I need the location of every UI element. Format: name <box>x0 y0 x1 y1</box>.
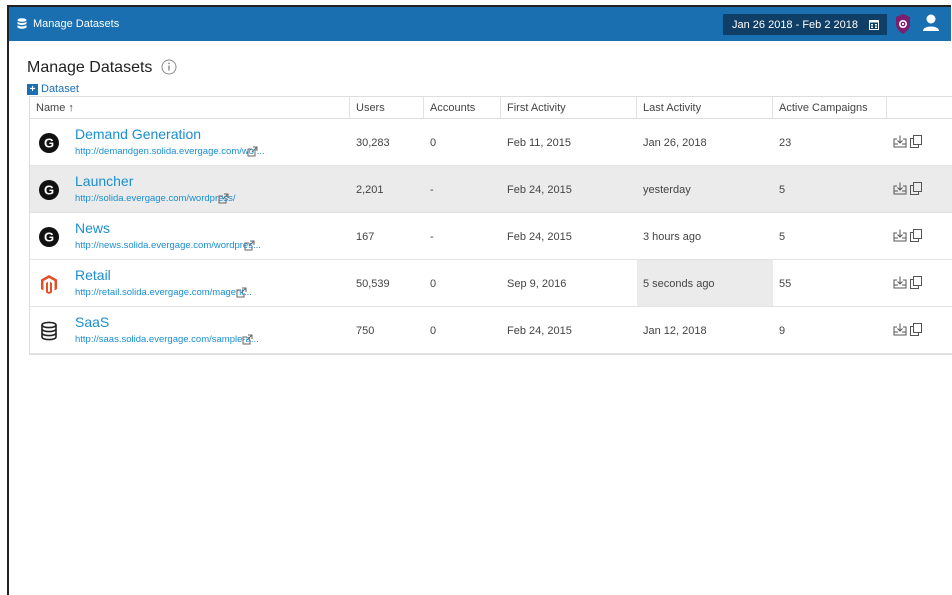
last-activity-cell: Jan 12, 2018 <box>643 325 707 337</box>
users-cell: 2,201 <box>356 184 384 196</box>
dataset-url-link[interactable]: http://retail.solida.evergage.com/magent… <box>75 287 252 298</box>
external-link-icon[interactable] <box>247 146 258 157</box>
dataset-name-cell: G Demand Generation http://demandgen.solid… <box>30 119 350 165</box>
table-row[interactable]: G Demand Generation http://demandgen.solid… <box>30 119 952 166</box>
actions-cell <box>887 213 952 259</box>
last-activity-cell: 3 hours ago <box>643 231 702 243</box>
accounts-cell: - <box>430 184 434 196</box>
first-activity-cell: Feb 11, 2015 <box>507 137 572 149</box>
copy-icon[interactable] <box>910 323 922 336</box>
date-range-label: Jan 26 2018 - Feb 2 2018 <box>732 18 858 31</box>
info-icon[interactable] <box>161 59 177 75</box>
users-cell: 167 <box>356 231 375 243</box>
plus-icon: + <box>27 83 38 95</box>
g-logo-icon: G <box>39 133 59 153</box>
table-body: G Demand Generation http://demandgen.solid… <box>30 119 952 354</box>
date-range-picker[interactable]: Jan 26 2018 - Feb 2 2018 <box>723 14 887 35</box>
dataset-name-link[interactable]: News <box>75 220 110 236</box>
column-header-first-activity[interactable]: First Activity <box>501 97 637 118</box>
copy-icon[interactable] <box>910 182 922 195</box>
accounts-cell: 0 <box>430 137 437 149</box>
database-icon <box>41 321 57 341</box>
shield-icon[interactable] <box>895 13 911 35</box>
accounts-cell: - <box>430 231 434 243</box>
datasets-table: Name ↑ Users Accounts First Activity Las… <box>29 96 952 355</box>
table-header: Name ↑ Users Accounts First Activity Las… <box>30 97 952 119</box>
dataset-name-link[interactable]: Demand Generation <box>75 126 201 142</box>
first-activity-cell: Feb 24, 2015 <box>507 325 572 337</box>
g-logo-icon: G <box>39 180 59 200</box>
dataset-url-link[interactable]: http://solida.evergage.com/wordpress/ <box>75 193 236 204</box>
users-cell: 750 <box>356 325 375 337</box>
first-activity-cell: Sep 9, 2016 <box>507 278 567 290</box>
copy-icon[interactable] <box>910 229 922 242</box>
app-window: Manage Datasets Jan 26 2018 - Feb 2 2018… <box>7 5 952 595</box>
copy-icon[interactable] <box>910 276 922 289</box>
accounts-cell: 0 <box>430 278 437 290</box>
dataset-url-link[interactable]: http://news.solida.evergage.com/wordpres… <box>75 240 261 251</box>
table-row[interactable]: Retail http://retail.solida.evergage.com/… <box>30 260 952 307</box>
active-campaigns-cell: 55 <box>779 278 792 290</box>
dataset-name-cell: Retail http://retail.solida.evergage.com/… <box>30 260 350 306</box>
dataset-name-link[interactable]: Retail <box>75 267 111 283</box>
g-logo-icon: G <box>39 227 59 247</box>
column-header-name[interactable]: Name ↑ <box>30 97 350 118</box>
export-icon[interactable] <box>893 229 907 242</box>
app-title: Manage Datasets <box>33 18 120 30</box>
users-cell: 50,539 <box>356 278 390 290</box>
first-activity-cell: Feb 24, 2015 <box>507 231 572 243</box>
first-activity-cell: Feb 24, 2015 <box>507 184 572 196</box>
external-link-icon[interactable] <box>236 287 247 298</box>
external-link-icon[interactable] <box>244 240 255 251</box>
export-icon[interactable] <box>893 182 907 195</box>
column-header-last-activity[interactable]: Last Activity <box>637 97 773 118</box>
external-link-icon[interactable] <box>218 193 229 204</box>
top-bar: Manage Datasets Jan 26 2018 - Feb 2 2018 <box>9 7 951 41</box>
svg-text:G: G <box>44 230 54 245</box>
user-icon[interactable] <box>923 14 939 32</box>
add-dataset-label: Dataset <box>41 83 79 95</box>
svg-text:G: G <box>44 136 54 151</box>
svg-text:G: G <box>44 183 54 198</box>
active-campaigns-cell: 5 <box>779 184 786 196</box>
actions-cell <box>887 307 952 353</box>
last-activity-cell: Jan 26, 2018 <box>643 137 707 149</box>
dataset-url-link[interactable]: http://demandgen.solida.evergage.com/wor… <box>75 146 265 157</box>
database-icon <box>17 18 27 29</box>
dataset-name-cell: G Launcher http://solida.evergage.com/word… <box>30 166 350 212</box>
export-icon[interactable] <box>893 135 907 148</box>
external-link-icon[interactable] <box>242 334 253 345</box>
dataset-name-link[interactable]: Launcher <box>75 173 133 189</box>
table-row[interactable]: G Launcher http://solida.evergage.com/word… <box>30 166 952 213</box>
export-icon[interactable] <box>893 323 907 336</box>
table-row[interactable]: G News http://news.solida.evergage.com/wor… <box>30 213 952 260</box>
actions-cell <box>887 166 952 212</box>
copy-icon[interactable] <box>910 135 922 148</box>
dataset-name-link[interactable]: SaaS <box>75 314 109 330</box>
table-row[interactable]: SaaS http://saas.solida.evergage.com/samp… <box>30 307 952 354</box>
add-dataset-link[interactable]: + Dataset <box>27 83 79 95</box>
dataset-url-link[interactable]: http://saas.solida.evergage.com/sample-a… <box>75 334 259 345</box>
magento-logo-icon <box>41 275 57 294</box>
active-campaigns-cell: 23 <box>779 137 792 149</box>
column-header-accounts[interactable]: Accounts <box>424 97 501 118</box>
calendar-icon[interactable] <box>869 19 879 30</box>
last-activity-cell: yesterday <box>643 184 691 196</box>
accounts-cell: 0 <box>430 325 437 337</box>
users-cell: 30,283 <box>356 137 390 149</box>
column-header-active-campaigns[interactable]: Active Campaigns <box>773 97 887 118</box>
column-header-users[interactable]: Users <box>350 97 424 118</box>
active-campaigns-cell: 9 <box>779 325 786 337</box>
dataset-name-cell: G News http://news.solida.evergage.com/wor… <box>30 213 350 259</box>
actions-cell <box>887 260 952 306</box>
actions-cell <box>887 119 952 165</box>
page-title: Manage Datasets <box>27 59 153 76</box>
active-campaigns-cell: 5 <box>779 231 786 243</box>
column-header-actions <box>887 97 952 118</box>
last-activity-cell: 5 seconds ago <box>637 260 773 306</box>
export-icon[interactable] <box>893 276 907 289</box>
dataset-name-cell: SaaS http://saas.solida.evergage.com/samp… <box>30 307 350 353</box>
